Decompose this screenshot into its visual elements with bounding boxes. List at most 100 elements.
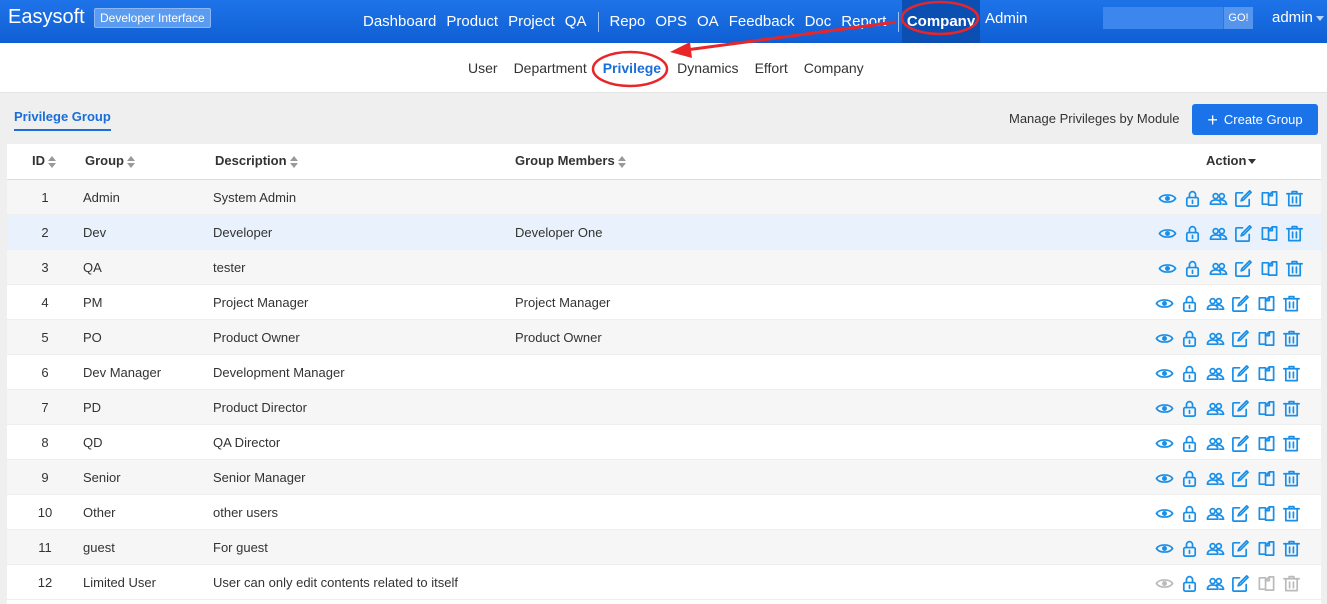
user-menu[interactable]: admin — [1272, 9, 1324, 26]
lock-icon[interactable] — [1182, 188, 1204, 208]
view-icon[interactable] — [1153, 398, 1175, 418]
view-icon[interactable] — [1156, 258, 1178, 278]
delete-icon[interactable] — [1281, 433, 1303, 453]
table-row[interactable]: 4 PM Project Manager Project Manager — [7, 285, 1321, 320]
members-icon[interactable] — [1207, 188, 1229, 208]
members-icon[interactable] — [1204, 503, 1226, 523]
nav-admin[interactable]: Admin — [985, 10, 1028, 27]
delete-icon[interactable] — [1281, 538, 1303, 558]
edit-icon[interactable] — [1233, 223, 1255, 243]
subnav-privilege[interactable]: Privilege — [603, 60, 661, 76]
table-row[interactable]: 10 Other other users — [7, 495, 1321, 530]
subnav-dynamics[interactable]: Dynamics — [677, 60, 738, 76]
delete-icon[interactable] — [1281, 328, 1303, 348]
column-header-group-members[interactable]: Group Members — [515, 153, 626, 168]
view-icon[interactable] — [1156, 223, 1178, 243]
nav-repo[interactable]: Repo — [609, 13, 645, 30]
edit-icon[interactable] — [1230, 293, 1252, 313]
edit-icon[interactable] — [1230, 363, 1252, 383]
copy-icon[interactable] — [1255, 293, 1277, 313]
lock-icon[interactable] — [1179, 503, 1201, 523]
copy-icon[interactable] — [1258, 258, 1280, 278]
table-row[interactable]: 12 Limited User User can only edit content… — [7, 565, 1321, 600]
view-icon[interactable] — [1156, 188, 1178, 208]
nav-doc[interactable]: Doc — [805, 13, 832, 30]
edit-icon[interactable] — [1233, 188, 1255, 208]
table-row[interactable]: 8 QD QA Director — [7, 425, 1321, 460]
column-header-group[interactable]: Group — [85, 153, 135, 168]
lock-icon[interactable] — [1179, 328, 1201, 348]
nav-dashboard[interactable]: Dashboard — [363, 13, 436, 30]
view-icon[interactable] — [1153, 293, 1175, 313]
members-icon[interactable] — [1204, 328, 1226, 348]
edit-icon[interactable] — [1230, 468, 1252, 488]
delete-icon[interactable] — [1281, 503, 1303, 523]
subnav-department[interactable]: Department — [514, 60, 587, 76]
view-icon[interactable] — [1153, 503, 1175, 523]
delete-icon[interactable] — [1281, 468, 1303, 488]
copy-icon[interactable] — [1255, 468, 1277, 488]
search-input[interactable] — [1103, 7, 1223, 29]
copy-icon[interactable] — [1255, 538, 1277, 558]
members-icon[interactable] — [1204, 363, 1226, 383]
column-header-id[interactable]: ID — [32, 153, 56, 168]
copy-icon[interactable] — [1255, 433, 1277, 453]
delete-icon[interactable] — [1281, 398, 1303, 418]
create-group-button[interactable]: + Create Group — [1192, 104, 1318, 135]
view-icon[interactable] — [1153, 328, 1175, 348]
edit-icon[interactable] — [1233, 258, 1255, 278]
brand-logo[interactable]: Easysoft — [8, 6, 85, 29]
manage-privileges-link[interactable]: Manage Privileges by Module — [1009, 111, 1180, 126]
lock-icon[interactable] — [1182, 258, 1204, 278]
edit-icon[interactable] — [1230, 538, 1252, 558]
table-row[interactable]: 9 Senior Senior Manager — [7, 460, 1321, 495]
delete-icon[interactable] — [1281, 363, 1303, 383]
lock-icon[interactable] — [1179, 398, 1201, 418]
subnav-user[interactable]: User — [468, 60, 498, 76]
nav-report[interactable]: Report — [841, 13, 886, 30]
subnav-effort[interactable]: Effort — [755, 60, 788, 76]
edit-icon[interactable] — [1230, 398, 1252, 418]
members-icon[interactable] — [1204, 398, 1226, 418]
table-row[interactable]: 6 Dev Manager Development Manager — [7, 355, 1321, 390]
members-icon[interactable] — [1204, 538, 1226, 558]
tab-privilege-group[interactable]: Privilege Group — [14, 109, 111, 131]
members-icon[interactable] — [1207, 258, 1229, 278]
table-row[interactable]: 5 PO Product Owner Product Owner — [7, 320, 1321, 355]
delete-icon[interactable] — [1284, 188, 1306, 208]
delete-icon[interactable] — [1284, 223, 1306, 243]
edit-icon[interactable] — [1230, 433, 1252, 453]
go-button[interactable]: GO! — [1223, 7, 1253, 29]
copy-icon[interactable] — [1255, 328, 1277, 348]
copy-icon[interactable] — [1258, 188, 1280, 208]
view-icon[interactable] — [1153, 538, 1175, 558]
lock-icon[interactable] — [1179, 468, 1201, 488]
members-icon[interactable] — [1207, 223, 1229, 243]
copy-icon[interactable] — [1258, 223, 1280, 243]
table-row[interactable]: 1 Admin System Admin — [7, 180, 1321, 215]
lock-icon[interactable] — [1182, 223, 1204, 243]
nav-product[interactable]: Product — [446, 13, 498, 30]
table-row[interactable]: 3 QA tester — [7, 250, 1321, 285]
view-icon[interactable] — [1153, 468, 1175, 488]
nav-oa[interactable]: OA — [697, 13, 719, 30]
table-row[interactable]: 7 PD Product Director — [7, 390, 1321, 425]
nav-ops[interactable]: OPS — [655, 13, 687, 30]
developer-interface-badge[interactable]: Developer Interface — [94, 8, 211, 28]
table-row[interactable]: 11 guest For guest — [7, 530, 1321, 565]
copy-icon[interactable] — [1255, 503, 1277, 523]
nav-feedback[interactable]: Feedback — [729, 13, 795, 30]
members-icon[interactable] — [1204, 573, 1226, 593]
nav-qa[interactable]: QA — [565, 13, 587, 30]
copy-icon[interactable] — [1255, 363, 1277, 383]
copy-icon[interactable] — [1255, 398, 1277, 418]
edit-icon[interactable] — [1230, 328, 1252, 348]
lock-icon[interactable] — [1179, 573, 1201, 593]
nav-project[interactable]: Project — [508, 13, 555, 30]
table-row[interactable]: 2 Dev Developer Developer One — [7, 215, 1321, 250]
members-icon[interactable] — [1204, 293, 1226, 313]
lock-icon[interactable] — [1179, 433, 1201, 453]
view-icon[interactable] — [1153, 363, 1175, 383]
edit-icon[interactable] — [1230, 503, 1252, 523]
edit-icon[interactable] — [1230, 573, 1252, 593]
